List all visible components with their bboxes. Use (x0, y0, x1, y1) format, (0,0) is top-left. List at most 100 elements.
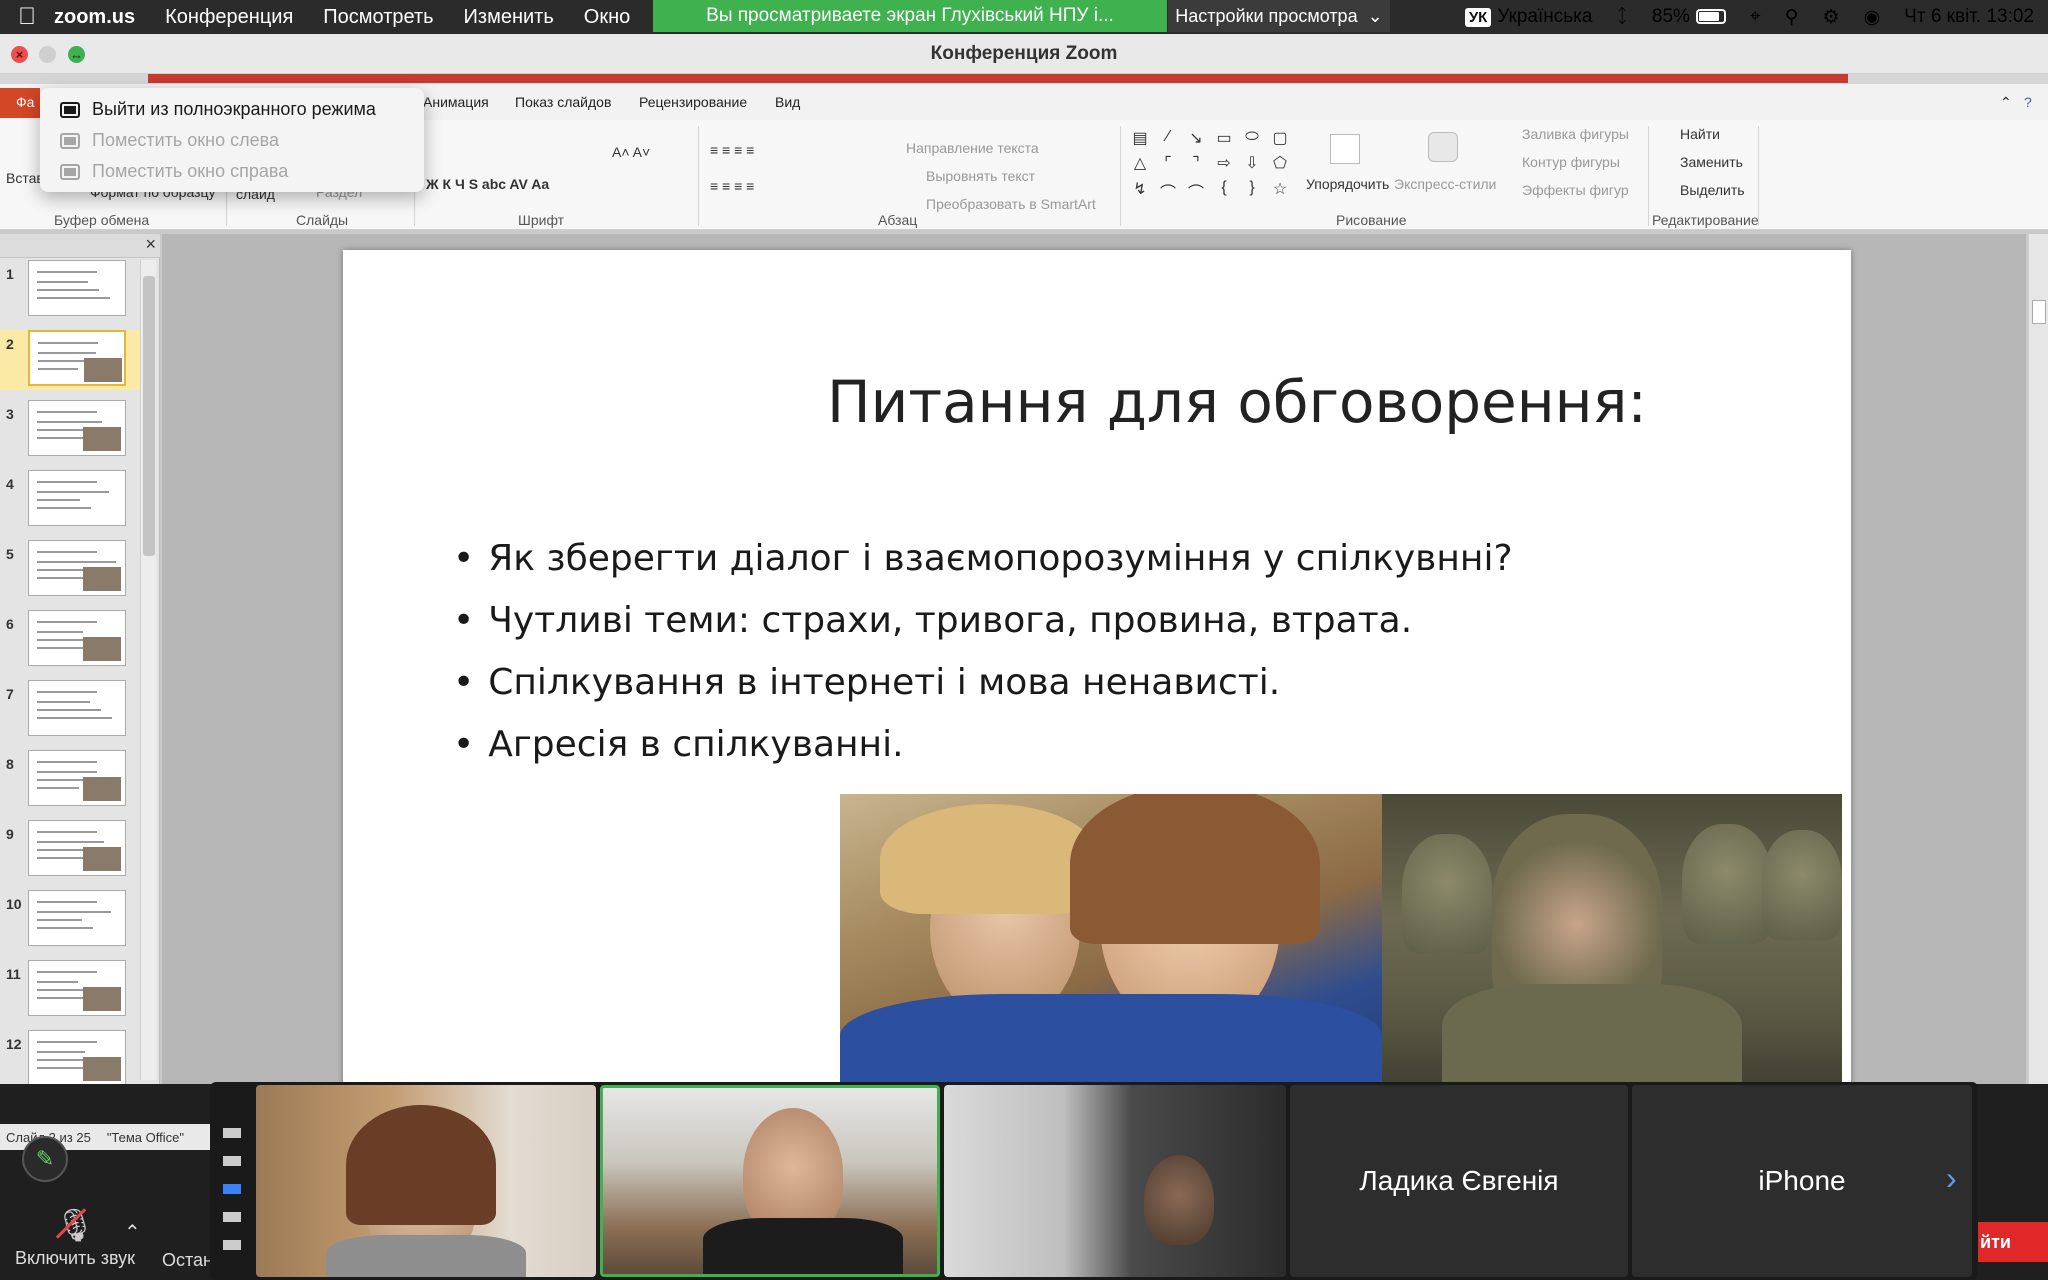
pencil-icon: ✎ (35, 1146, 55, 1171)
menu-view[interactable]: Посмотреть (323, 6, 433, 29)
thumbnail-text-line (38, 368, 78, 370)
video-tile[interactable]: Ладика Євгенія (1290, 1085, 1628, 1277)
audio-options-chevron-icon[interactable]: ⌃ (124, 1220, 141, 1245)
thumbnail-text-line (37, 771, 97, 773)
tile-name: iPhone (1758, 1165, 1846, 1196)
window-titlebar: Конференция Zoom (0, 34, 2048, 74)
layout-option[interactable] (223, 1240, 241, 1250)
menu-conference[interactable]: Конференция (165, 6, 293, 29)
layout-option[interactable] (223, 1128, 241, 1138)
menubar-status-area: УК Українська ᛨ 85% ⌖ ⚲ ⚙ ◉ Чт 6 квіт. 13… (1464, 0, 2034, 34)
thumbnail-text-line (37, 437, 84, 439)
menu-edit[interactable]: Изменить (464, 6, 554, 29)
thumbnail-text-line (37, 281, 88, 283)
control-center-icon[interactable]: ⚙ (1823, 6, 1840, 29)
tab-view: Вид (775, 94, 801, 110)
input-language[interactable]: УК Українська (1464, 6, 1592, 28)
clock[interactable]: Чт 6 квіт. 13:02 (1904, 6, 2034, 28)
close-icon: × (145, 234, 156, 254)
spotlight-search-icon[interactable]: ⚲ (1785, 6, 1799, 29)
video-tile[interactable] (944, 1085, 1286, 1277)
slide-thumbnail-number: 10 (6, 896, 22, 912)
slide-thumbnail-image (28, 890, 126, 946)
slide-title: Питання для обговорення: (827, 368, 1647, 436)
menu-exit-fullscreen[interactable]: Выйти из полноэкранного режима (40, 94, 424, 125)
slide-thumbnail-number: 11 (6, 966, 21, 982)
thumbnail-text-line (37, 561, 116, 563)
battery-status[interactable]: 85% (1652, 6, 1726, 28)
group-drawing: Рисование (1336, 212, 1407, 228)
thumbnail-text-line (37, 989, 89, 991)
paragraph-align-buttons: ≡ ≡ ≡ ≡ (710, 178, 755, 194)
canvas-scroll-thumb (2032, 300, 2046, 324)
shape-star-icon: ☆ (1272, 180, 1288, 198)
photo-soldier-uniform (1442, 984, 1742, 1084)
ribbon-text-direction: Направление текста (906, 140, 1039, 156)
apple-icon[interactable]:  (0, 3, 54, 31)
menu-app-name[interactable]: zoom.us (54, 6, 135, 29)
lang-badge: УК (1464, 8, 1492, 27)
next-page-chevron-icon[interactable]: › (1946, 1160, 1957, 1197)
window-icon (60, 101, 80, 118)
leave-label: йти (1980, 1231, 2011, 1252)
bluetooth-icon[interactable]: ᛨ (1616, 6, 1627, 28)
thumbnail-text-line (37, 421, 102, 423)
slide-bullet: Як зберегти діалог і взаємопорозуміння у… (453, 528, 1512, 590)
ribbon-find: Найти (1680, 126, 1720, 142)
ribbon-align-text: Выровнять текст (926, 168, 1036, 184)
slide-thumbnail: 6 (0, 610, 140, 670)
window-fullscreen-button[interactable]: ↔ (68, 46, 85, 63)
video-tile[interactable] (256, 1085, 596, 1277)
slide-thumbnail-number: 1 (6, 266, 14, 282)
group-paragraph: Абзац (878, 212, 918, 228)
photo-soldier (1762, 830, 1842, 940)
thumbnail-picture (83, 1057, 121, 1081)
slide-thumbnail-number: 3 (6, 406, 14, 422)
microphone-muted-icon: 🎙 (54, 1207, 96, 1243)
siri-icon[interactable]: ◉ (1864, 6, 1881, 29)
stop-video-label[interactable]: Остан (162, 1250, 213, 1271)
shape-textbox-icon: ▤ (1132, 130, 1148, 147)
thumbnail-text-line (37, 507, 91, 509)
menu-window[interactable]: Окно (584, 6, 630, 29)
slide-bullet: Чутливі теми: страхи, тривога, провина, … (453, 590, 1513, 652)
thumbnail-text-line (37, 831, 97, 833)
window-minimize-button[interactable] (39, 46, 56, 63)
group-font: Шрифт (518, 212, 565, 228)
unmute-label: Включить звук (14, 1248, 136, 1268)
slide-thumbnail-number: 5 (6, 546, 14, 562)
battery-percent: 85% (1651, 6, 1690, 27)
leave-button[interactable]: йти (1966, 1222, 2048, 1262)
thumbnail-text-line (37, 701, 90, 703)
ribbon-shape-outline: Контур фигуры (1522, 154, 1620, 170)
wifi-icon[interactable]: ⌖ (1750, 6, 1761, 28)
view-options-label: Настройки просмотра (1175, 5, 1358, 26)
thumbnail-text-line (37, 411, 97, 413)
layout-option-active[interactable] (223, 1184, 241, 1194)
layout-option[interactable] (223, 1156, 241, 1166)
window-close-button[interactable]: × (11, 46, 28, 63)
tab-review: Рецензирование (639, 94, 748, 110)
shape-right-arrow-icon: ⇨ (1217, 155, 1231, 173)
group-slides: Слайды (296, 212, 349, 228)
fullscreen-icon: ↔ (70, 47, 83, 62)
ribbon-shape-fill: Заливка фигуры (1522, 126, 1629, 142)
ribbon-convert-smartart: Преобразовать в SmartArt (926, 196, 1096, 212)
video-tile[interactable]: iPhone (1632, 1085, 1972, 1277)
layout-option[interactable] (223, 1212, 241, 1222)
thumbnail-picture (83, 427, 121, 451)
screen-share-banner[interactable]: Вы просматриваете экран Глухівський НПУ … (653, 0, 1167, 32)
group-separator (1120, 126, 1121, 226)
shape-lightning-icon: ↯ (1133, 180, 1147, 198)
video-tile-active-speaker[interactable] (600, 1085, 940, 1277)
thumbnail-text-line (37, 691, 97, 693)
thumbnail-text-line (37, 911, 111, 913)
slide-thumbnail: 3 (0, 400, 140, 460)
shape-brace-right-icon: } (1249, 178, 1255, 196)
photo-child-hair (880, 804, 1100, 914)
view-options-button[interactable]: Настройки просмотра ⌄ (1168, 0, 1390, 32)
annotate-button[interactable]: ✎ (22, 1136, 68, 1182)
thumbnail-text-line (37, 709, 101, 711)
shape-arc-icon: ⌒ (1187, 184, 1204, 202)
thumbnail-text-line (37, 569, 87, 571)
